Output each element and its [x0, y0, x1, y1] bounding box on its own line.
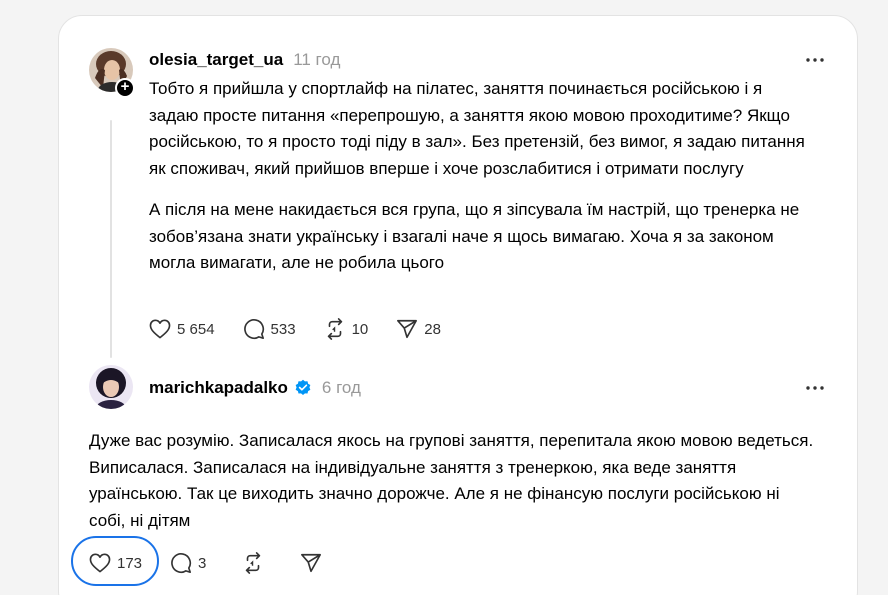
username[interactable]: marichkapadalko	[149, 378, 288, 398]
username[interactable]: olesia_target_ua	[149, 50, 283, 70]
thread-line	[110, 120, 112, 358]
send-icon	[301, 553, 322, 573]
heart-icon	[149, 319, 171, 339]
avatar[interactable]	[89, 365, 133, 409]
repost-icon	[246, 552, 261, 574]
like-count: 173	[117, 554, 143, 572]
post-text: Дуже вас розумію. Записалася якось на гр…	[89, 428, 819, 549]
comment-icon	[171, 553, 192, 574]
repost-button[interactable]	[242, 552, 264, 574]
more-options-icon[interactable]	[803, 376, 827, 400]
follow-plus-button[interactable]: +	[115, 78, 135, 98]
timestamp[interactable]: 6 год	[322, 378, 361, 398]
reply-button[interactable]: 3	[170, 552, 206, 574]
verified-badge-icon	[294, 379, 312, 397]
heart-icon	[89, 553, 111, 573]
reply-count: 533	[270, 320, 296, 338]
share-count: 28	[424, 320, 441, 338]
like-count: 5 654	[177, 320, 215, 338]
post-actions: 5 654 533 10 28	[149, 318, 469, 340]
reply-count: 3	[198, 554, 207, 572]
timestamp[interactable]: 11 год	[293, 50, 340, 70]
post-header: olesia_target_ua 11 год	[149, 50, 340, 70]
post-paragraph: Тобто я прийшла у спортлайф на пілатес, …	[149, 79, 805, 178]
share-button[interactable]	[300, 552, 322, 574]
like-button[interactable]: 173	[89, 553, 142, 573]
comment-icon	[243, 319, 264, 340]
repost-count: 10	[351, 320, 369, 338]
share-button[interactable]: 28	[396, 318, 441, 340]
more-options-icon[interactable]	[803, 48, 827, 72]
post-paragraph: А після на мене накидається вся група, щ…	[149, 200, 800, 272]
post-text: Тобто я прийшла у спортлайф на пілатес, …	[149, 76, 809, 292]
post-actions: 173 3	[89, 552, 350, 574]
repost-icon	[327, 318, 342, 340]
send-icon	[397, 319, 418, 339]
post-header: marichkapadalko 6 год	[149, 378, 361, 398]
reply-button[interactable]: 533	[243, 318, 296, 340]
repost-button[interactable]: 10	[324, 318, 369, 340]
like-button[interactable]: 5 654	[149, 319, 215, 339]
post-paragraph: Дуже вас розумію. Записалася якось на гр…	[89, 431, 814, 530]
thread-card: + olesia_target_ua 11 год Тобто я прийшл…	[58, 15, 858, 595]
